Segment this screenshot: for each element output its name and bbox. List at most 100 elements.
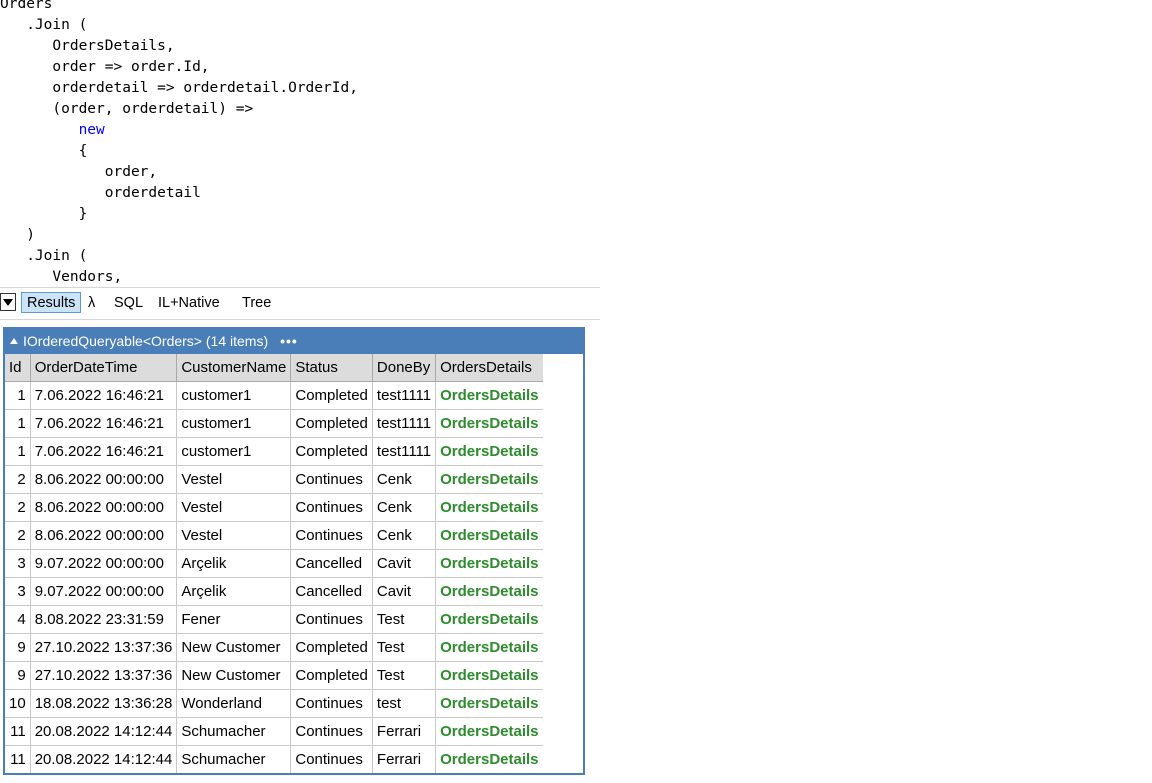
orders-details-link[interactable]: OrdersDetails <box>436 746 543 774</box>
cell-id: 4 <box>5 605 31 634</box>
cell-customername: customer1 <box>176 381 292 410</box>
cell-status: Completed <box>290 437 373 466</box>
cell-orderdatetime: 27.10.2022 13:37:36 <box>30 661 178 690</box>
code-text: (order, orderdetail) => <box>52 101 254 117</box>
cell-doneby: Cenk <box>372 465 437 494</box>
code-text: orderdetail <box>104 185 201 201</box>
cell-status: Completed <box>290 381 373 410</box>
tab-tree[interactable]: Tree <box>242 294 271 313</box>
tab-results[interactable]: Results <box>21 292 82 313</box>
cell-customername: New Customer <box>176 661 292 690</box>
cell-doneby: Cenk <box>372 521 437 550</box>
table-row: 2 8.06.2022 00:00:00 Vestel Continues Cenk Or… <box>5 465 543 494</box>
orders-details-link[interactable]: OrdersDetails <box>435 577 543 606</box>
cell-status: Continues <box>290 717 373 746</box>
cell-id: 2 <box>5 465 31 494</box>
tab-lambda[interactable]: λ <box>88 294 95 313</box>
cell-status: Completed <box>290 633 373 662</box>
results-header[interactable]: IOrderedQueryable<Orders> (14 items) ••• <box>5 329 583 354</box>
code-line: (order, orderdetail) => <box>0 99 600 120</box>
code-keyword: new <box>78 122 105 138</box>
collapse-icon[interactable] <box>10 338 18 344</box>
orders-details-link[interactable]: OrdersDetails <box>435 521 543 550</box>
cell-customername: Wonderland <box>176 689 292 718</box>
cell-customername: Arçelik <box>176 549 292 578</box>
table-row: 11 20.08.2022 14:12:44 Schumacher Continues… <box>5 745 543 774</box>
code-text: Orders <box>0 0 53 12</box>
header-row: Id OrderDateTime CustomerName Status DoneBy O… <box>5 354 543 382</box>
column-header-id[interactable]: Id <box>5 354 31 382</box>
orders-details-link[interactable]: OrdersDetails <box>435 661 543 690</box>
cell-id: 3 <box>5 549 31 578</box>
column-header-doneby[interactable]: DoneBy <box>372 354 437 382</box>
orders-details-link[interactable]: OrdersDetails <box>435 381 543 410</box>
table-row: 2 8.06.2022 00:00:00 Vestel Continues Cenk Or… <box>5 521 543 550</box>
cell-orderdatetime: 7.06.2022 16:46:21 <box>30 409 178 438</box>
code-text: order, <box>104 164 158 180</box>
table-row: 1 7.06.2022 16:46:21 customer1 Completed tes… <box>5 409 543 438</box>
code-text: OrdersDetails, <box>52 38 175 54</box>
column-header-customername[interactable]: CustomerName <box>176 354 292 382</box>
orders-details-link[interactable]: OrdersDetails <box>435 717 543 746</box>
table-row: 9 27.10.2022 13:37:36 New Customer Complete… <box>5 633 543 662</box>
table-row: 4 8.08.2022 23:31:59 Fener Continues Test Ord… <box>5 605 543 634</box>
cell-id: 11 <box>5 745 31 773</box>
cell-id: 1 <box>5 409 31 438</box>
cell-orderdatetime: 18.08.2022 13:36:28 <box>30 689 178 718</box>
query-editor[interactable]: Orders .Join ( OrdersDetails, order => o… <box>0 0 600 287</box>
cell-orderdatetime: 7.06.2022 16:46:21 <box>30 437 178 466</box>
orders-details-link[interactable]: OrdersDetails <box>435 549 543 578</box>
code-line: order => order.Id, <box>0 57 600 78</box>
code-text: order => order.Id, <box>52 59 210 75</box>
cell-customername: Schumacher <box>176 717 292 746</box>
cell-customername: Fener <box>176 605 292 634</box>
tab-il-native[interactable]: IL+Native <box>158 294 220 313</box>
column-header-status[interactable]: Status <box>290 354 373 382</box>
code-text: .Join ( <box>26 248 88 264</box>
dropdown-toggle-icon[interactable] <box>0 293 16 311</box>
code-line: orderdetail <box>0 183 600 204</box>
code-line: order, <box>0 162 600 183</box>
orders-details-link[interactable]: OrdersDetails <box>435 465 543 494</box>
cell-doneby: test1111 <box>372 437 437 466</box>
code-line: { <box>0 141 600 162</box>
cell-doneby: test <box>372 689 437 718</box>
column-header-orderdatetime[interactable]: OrderDateTime <box>30 354 178 382</box>
cell-status: Continues <box>290 605 373 634</box>
code-line: new <box>0 120 600 141</box>
cell-orderdatetime: 9.07.2022 00:00:00 <box>30 549 178 578</box>
orders-details-link[interactable]: OrdersDetails <box>435 689 543 718</box>
cell-doneby: test1111 <box>372 409 437 438</box>
cell-status: Continues <box>290 465 373 494</box>
tab-sql[interactable]: SQL <box>114 294 143 313</box>
code-line: OrdersDetails, <box>0 36 600 57</box>
cell-status: Completed <box>290 661 373 690</box>
orders-details-link[interactable]: OrdersDetails <box>435 605 543 634</box>
cell-doneby: test1111 <box>372 381 437 410</box>
table-row: 3 9.07.2022 00:00:00 Arçelik Cancelled Cavit… <box>5 549 543 578</box>
results-table: Id OrderDateTime CustomerName Status DoneBy O… <box>5 354 543 773</box>
cell-status: Completed <box>290 409 373 438</box>
more-options-icon[interactable]: ••• <box>280 333 298 349</box>
cell-orderdatetime: 8.06.2022 00:00:00 <box>30 493 178 522</box>
orders-details-link[interactable]: OrdersDetails <box>435 437 543 466</box>
orders-details-link[interactable]: OrdersDetails <box>435 409 543 438</box>
table-row: 9 27.10.2022 13:37:36 New Customer Complete… <box>5 661 543 690</box>
cell-id: 1 <box>5 437 31 466</box>
table-row: 1 7.06.2022 16:46:21 customer1 Completed tes… <box>5 437 543 466</box>
cell-id: 2 <box>5 521 31 550</box>
orders-details-link[interactable]: OrdersDetails <box>435 633 543 662</box>
table-row: 2 8.06.2022 00:00:00 Vestel Continues Cenk Or… <box>5 493 543 522</box>
cell-customername: Schumacher <box>176 745 292 773</box>
cell-id: 10 <box>5 689 31 718</box>
cell-doneby: Ferrari <box>372 717 437 746</box>
table-row: 3 9.07.2022 00:00:00 Arçelik Cancelled Cavit… <box>5 577 543 606</box>
cell-orderdatetime: 8.06.2022 00:00:00 <box>30 521 178 550</box>
cell-orderdatetime: 20.08.2022 14:12:44 <box>30 745 178 773</box>
cell-id: 1 <box>5 381 31 410</box>
code-line: ) <box>0 225 600 246</box>
code-text: orderdetail => orderdetail.OrderId, <box>52 80 358 96</box>
column-header-ordersdetails[interactable]: OrdersDetails <box>435 354 543 382</box>
code-text: { <box>78 143 88 159</box>
orders-details-link[interactable]: OrdersDetails <box>435 493 543 522</box>
